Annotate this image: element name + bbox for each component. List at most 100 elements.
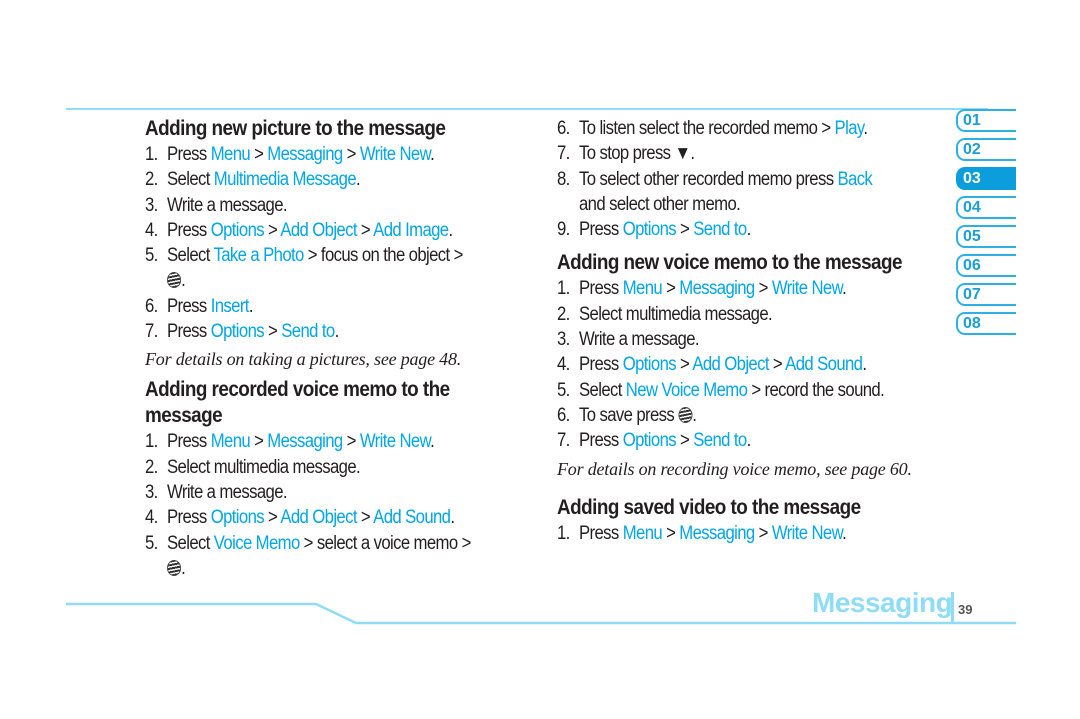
step-number: 8. bbox=[557, 168, 570, 190]
menu-term: Write New bbox=[771, 522, 843, 544]
steps-video: 1. Press Menu > Messaging > Write New. bbox=[557, 521, 937, 546]
step-item: 7. To stop press ▼. bbox=[557, 141, 891, 166]
menu-term: Add Object bbox=[280, 507, 357, 529]
step-text: > focus on the object > bbox=[303, 245, 464, 267]
step-text: Press bbox=[167, 321, 211, 343]
menu-term: Play bbox=[834, 118, 864, 139]
step-text: . bbox=[842, 278, 847, 300]
step-item: 6. To listen select the recorded memo > P… bbox=[557, 116, 891, 141]
step-text: Write a message. bbox=[167, 194, 288, 216]
step-text: Write a message. bbox=[579, 329, 700, 351]
step-text: Press bbox=[167, 507, 211, 529]
chapter-tab-03[interactable]: 03 bbox=[956, 167, 1016, 190]
step-item: 1. Press Menu > Messaging > Write New. bbox=[557, 276, 891, 301]
step-text: To stop press ▼. bbox=[579, 143, 695, 165]
step-item: 3. Write a message. bbox=[557, 327, 891, 352]
menu-term: Multimedia Message bbox=[213, 169, 357, 191]
att-globe-icon bbox=[678, 406, 693, 423]
step-number: 2. bbox=[557, 303, 570, 325]
step-item: 4. Press Options > Add Object > Add Image… bbox=[145, 218, 479, 243]
step-text: . bbox=[450, 507, 455, 529]
step-text: > bbox=[250, 144, 268, 165]
menu-term: Voice Memo bbox=[213, 532, 300, 554]
step-text: Press bbox=[167, 144, 211, 165]
step-number: 1. bbox=[145, 431, 158, 453]
page-number: 39 bbox=[958, 602, 973, 617]
menu-term: Options bbox=[622, 354, 677, 376]
step-number: 3. bbox=[145, 481, 158, 503]
step-text: . bbox=[448, 219, 453, 241]
step-text: Select bbox=[167, 245, 214, 267]
chapter-tab-05[interactable]: 05 bbox=[956, 225, 1016, 248]
step-number: 5. bbox=[145, 532, 158, 554]
step-text: Press bbox=[579, 219, 623, 241]
step-text: Press bbox=[579, 430, 623, 452]
step-number: 7. bbox=[557, 143, 570, 165]
menu-term: Take a Photo bbox=[213, 245, 305, 267]
step-number: 4. bbox=[557, 354, 570, 376]
step-number: 3. bbox=[557, 329, 570, 351]
step-number: 1. bbox=[557, 522, 570, 544]
step-number: 6. bbox=[145, 295, 158, 317]
step-item: 2. Select multimedia message. bbox=[145, 455, 479, 480]
step-number: 2. bbox=[145, 456, 158, 478]
chapter-tab-01[interactable]: 01 bbox=[956, 109, 1016, 132]
menu-term: Messaging bbox=[679, 278, 755, 300]
menu-term: Messaging bbox=[679, 522, 755, 544]
heading-new-voice: Adding new voice memo to the message bbox=[557, 251, 903, 275]
menu-term: Options bbox=[210, 321, 265, 343]
menu-term: Menu bbox=[210, 144, 251, 165]
step-text: > bbox=[676, 430, 694, 452]
step-text: > record the sound. bbox=[747, 379, 885, 401]
step-number: 1. bbox=[557, 278, 570, 300]
step-text: To save press bbox=[579, 404, 679, 426]
step-item: 5. Select New Voice Memo > record the sou… bbox=[557, 378, 891, 403]
att-globe-icon bbox=[167, 559, 182, 576]
chapter-tab-06[interactable]: 06 bbox=[956, 254, 1016, 277]
heading-recorded: Adding recorded voice memo to the messag… bbox=[145, 377, 451, 429]
menu-term: Messaging bbox=[267, 431, 343, 453]
note-new-voice: For details on recording voice memo, see… bbox=[557, 458, 912, 479]
menu-term: Add Sound bbox=[373, 507, 451, 529]
step-text: . bbox=[430, 144, 435, 165]
step-text: > bbox=[342, 144, 360, 165]
chapter-tabs: 01 02 03 04 05 06 07 08 bbox=[956, 109, 1016, 341]
menu-term: Menu bbox=[622, 522, 663, 544]
step-text: Write a message. bbox=[167, 481, 288, 503]
step-number: 7. bbox=[145, 321, 158, 343]
step-text: > bbox=[342, 431, 360, 453]
footer-title: Messaging bbox=[812, 587, 953, 618]
step-text: > bbox=[676, 219, 694, 241]
chapter-tab-02[interactable]: 02 bbox=[956, 138, 1016, 161]
step-number: 3. bbox=[145, 194, 158, 216]
step-text: Select bbox=[167, 532, 214, 554]
steps-recorded: 1. Press Menu > Messaging > Write New. 2. S… bbox=[145, 429, 525, 581]
menu-term: Options bbox=[622, 430, 677, 452]
step-item: 5. Select Voice Memo > select a voice mem… bbox=[145, 532, 472, 579]
step-text: . bbox=[334, 321, 340, 343]
step-item: 2. Select Multimedia Message. bbox=[145, 167, 479, 192]
step-text: Press bbox=[167, 219, 211, 241]
chapter-tab-08[interactable]: 08 bbox=[956, 312, 1016, 335]
chapter-tab-07[interactable]: 07 bbox=[956, 283, 1016, 306]
step-text: Select multimedia message. bbox=[167, 456, 361, 478]
step-item: 2. Select multimedia message. bbox=[557, 302, 891, 327]
step-text: > select a voice memo > bbox=[299, 532, 472, 554]
step-number: 1. bbox=[145, 144, 158, 165]
step-text: and select other memo. bbox=[579, 193, 741, 215]
chapter-tab-04[interactable]: 04 bbox=[956, 196, 1016, 219]
menu-term: Insert bbox=[210, 295, 250, 317]
step-item: 9. Press Options > Send to. bbox=[557, 217, 891, 242]
step-item: 6. Press Insert. bbox=[145, 294, 479, 319]
step-text: Select bbox=[167, 169, 214, 191]
step-number: 9. bbox=[557, 219, 570, 241]
step-text: To listen select the recorded memo > bbox=[579, 118, 835, 139]
step-item: 1. Press Menu > Messaging > Write New. bbox=[145, 429, 479, 454]
steps-picture: 1. Press Menu > Messaging > Write New. 2. S… bbox=[145, 142, 525, 344]
step-text: > bbox=[768, 354, 786, 376]
menu-term: Back bbox=[837, 168, 873, 190]
step-number: 6. bbox=[557, 118, 570, 139]
step-text: . bbox=[356, 169, 361, 191]
menu-term: Write New bbox=[359, 144, 431, 165]
att-globe-icon bbox=[167, 272, 182, 289]
